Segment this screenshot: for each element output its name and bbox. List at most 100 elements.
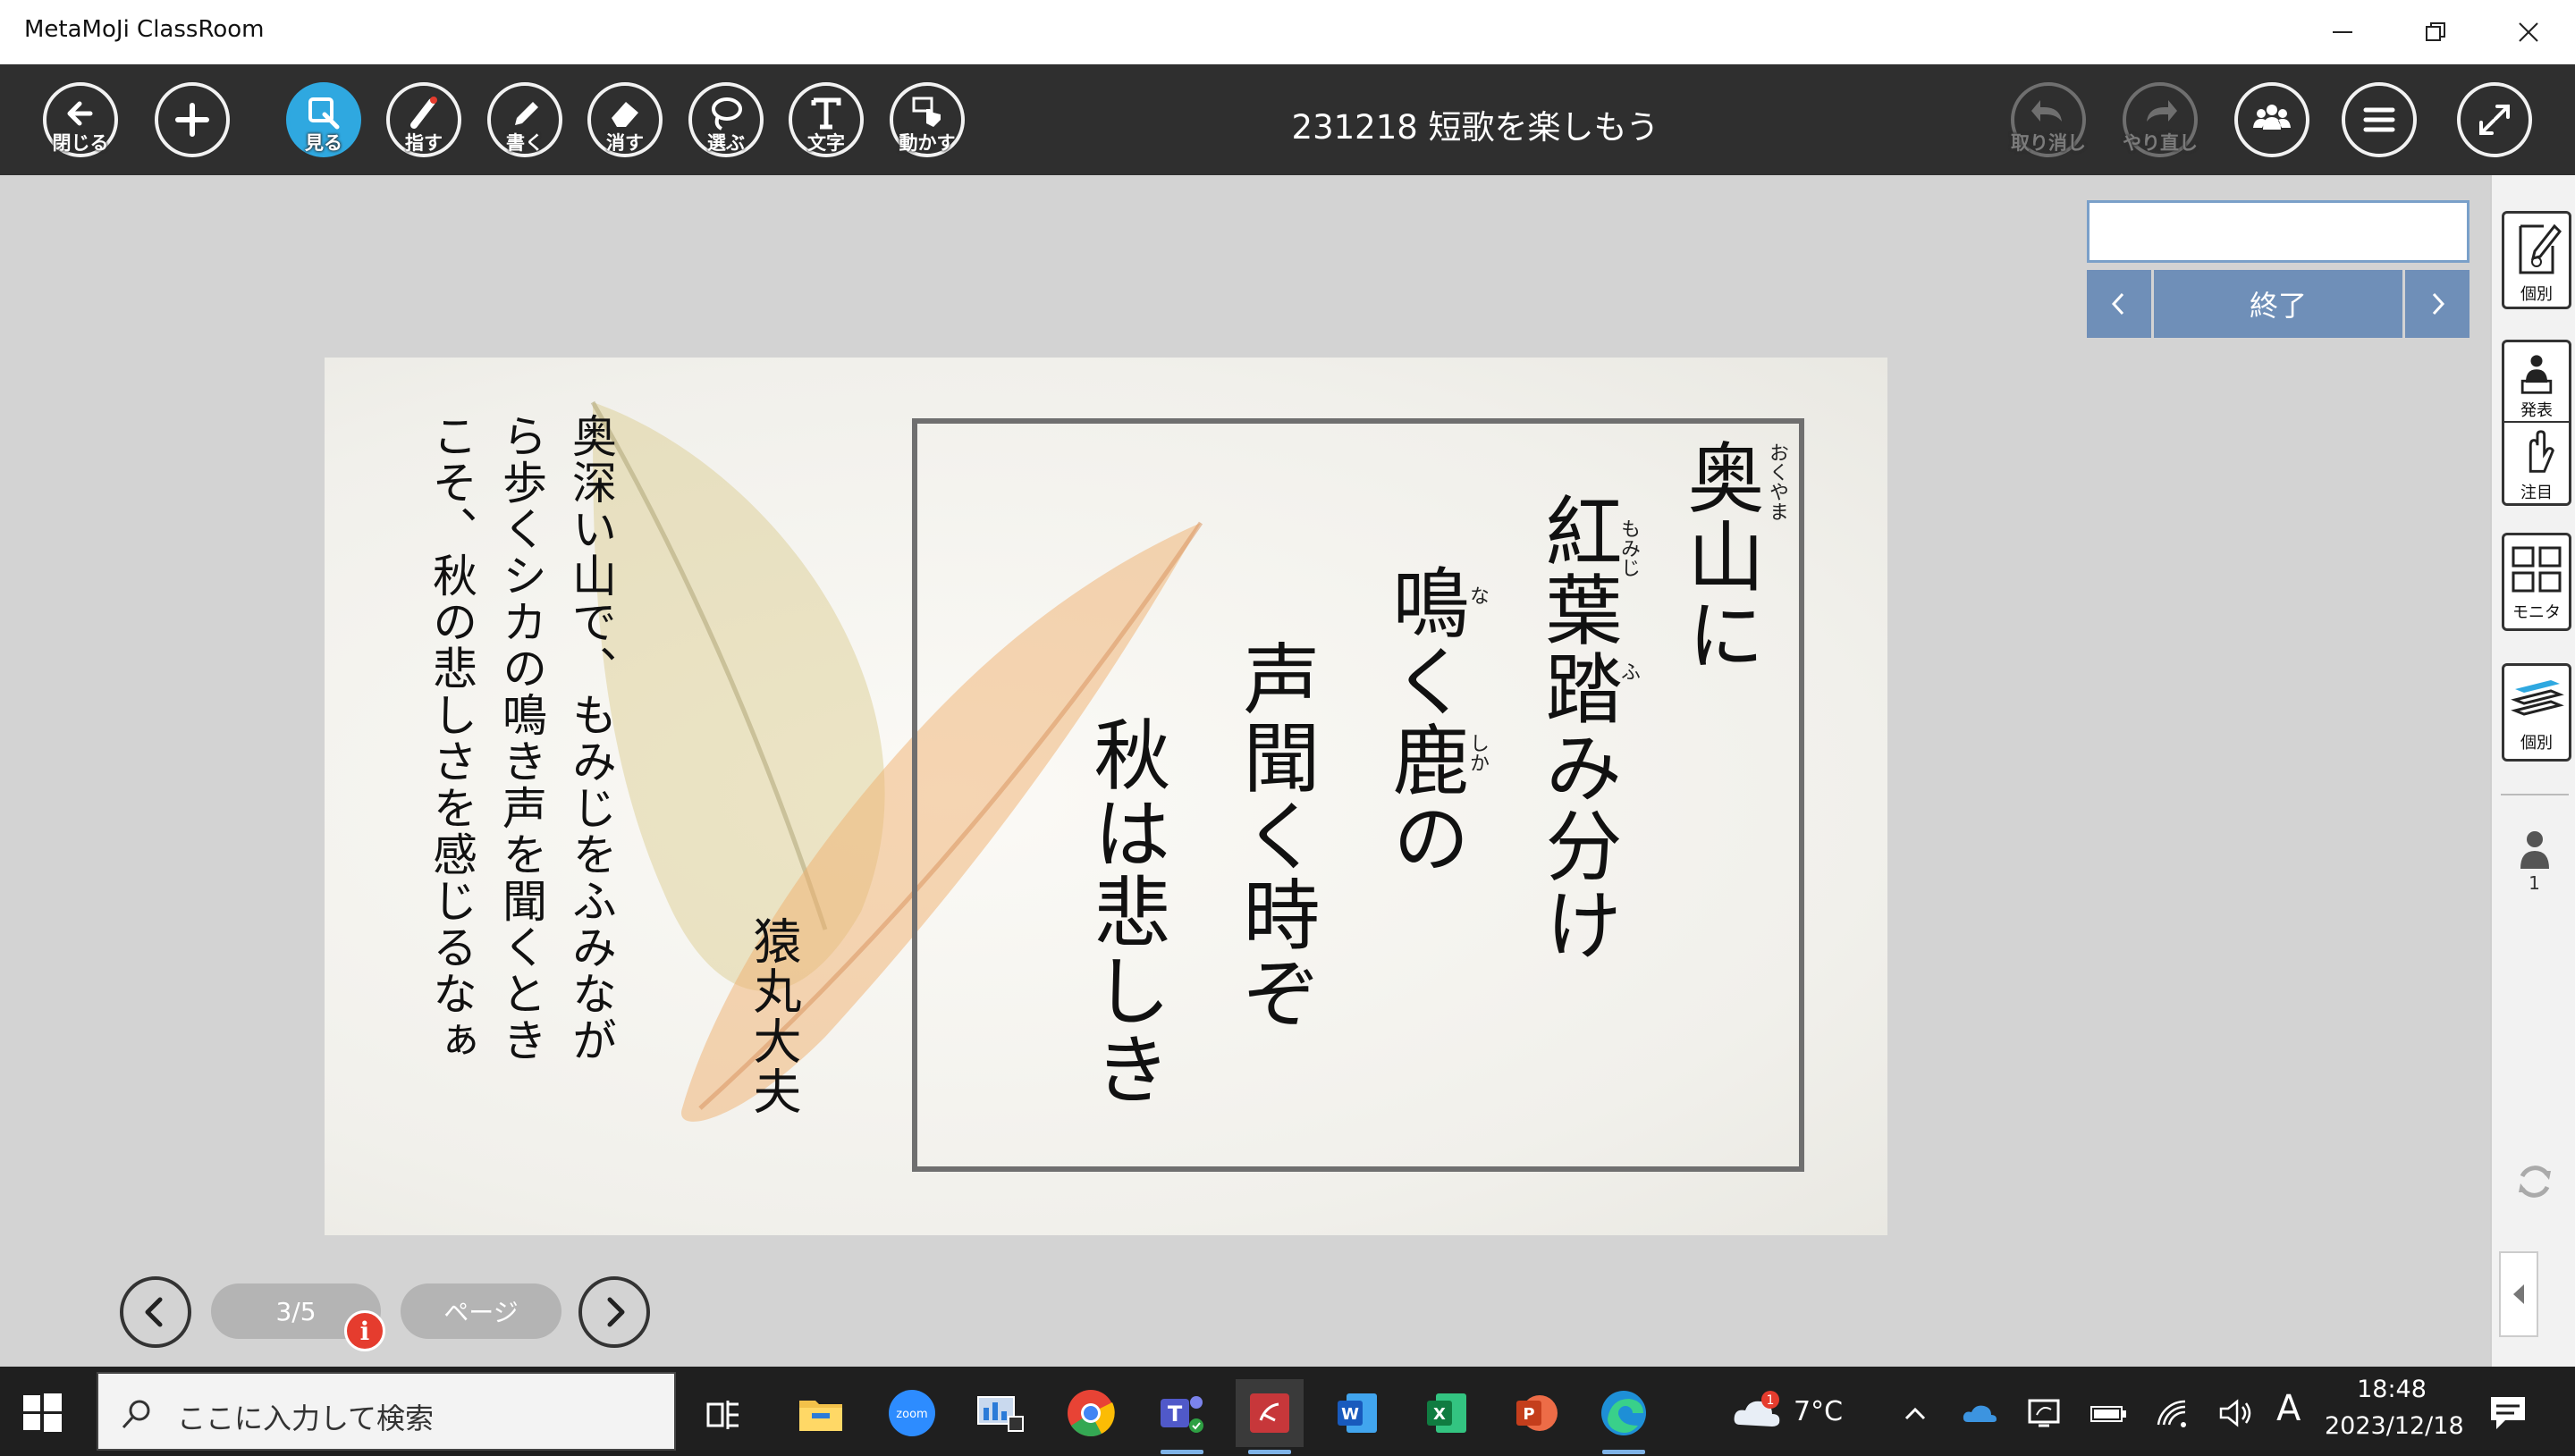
session-next-button[interactable]	[2405, 270, 2469, 338]
info-badge-icon[interactable]: i	[344, 1310, 385, 1351]
page-menu-button[interactable]: ページ	[401, 1283, 561, 1339]
collapse-sidebar-button[interactable]	[2499, 1251, 2538, 1337]
triangle-left-icon	[2513, 1284, 2524, 1304]
restore-button[interactable]	[2389, 0, 2482, 64]
end-session-button[interactable]: 終了	[2154, 270, 2402, 338]
zoom-button[interactable]: zoom	[878, 1379, 946, 1447]
stacked-pages-icon	[2511, 680, 2564, 716]
write-tool-button[interactable]: 書く	[487, 82, 562, 157]
powerpoint-button[interactable]: P	[1502, 1379, 1570, 1447]
previous-page-button[interactable]	[120, 1276, 191, 1348]
svg-text:P: P	[1523, 1405, 1534, 1424]
users-button[interactable]	[2234, 82, 2309, 157]
hamburger-menu-icon	[2363, 107, 2395, 132]
page-indicator-text: 3/5	[275, 1296, 317, 1326]
add-page-button[interactable]	[155, 82, 230, 157]
show-hidden-icons-button[interactable]	[1895, 1393, 1935, 1433]
wifi-tray[interactable]	[2153, 1393, 2192, 1433]
close-button[interactable]: 閉じる	[43, 82, 118, 157]
task-view-button[interactable]	[690, 1379, 758, 1447]
end-session-label: 終了	[2249, 289, 2307, 323]
taskbar-clock[interactable]: 18:48 2023/12/18	[2325, 1376, 2464, 1440]
select-tool-button[interactable]: 選ぶ	[688, 82, 764, 157]
edge-button[interactable]	[1590, 1379, 1658, 1454]
chevron-left-icon	[2111, 292, 2124, 316]
device-icon	[2028, 1399, 2060, 1427]
battery-tray[interactable]	[2089, 1393, 2128, 1433]
poem-line-3: 鳴く鹿の	[1379, 563, 1468, 878]
menu-button[interactable]	[2342, 82, 2417, 157]
undo-button[interactable]: 取り消し	[2011, 82, 2086, 157]
fullscreen-button[interactable]	[2457, 82, 2532, 157]
svg-text:1: 1	[1767, 1393, 1775, 1408]
individual-mode-button[interactable]: 個別	[2502, 211, 2571, 309]
notification-icon[interactable]	[2486, 1390, 2530, 1435]
file-explorer-icon	[799, 1401, 842, 1431]
edge-icon	[1601, 1391, 1646, 1435]
battery-icon	[2090, 1406, 2126, 1422]
view-tool-button[interactable]: 見る	[286, 82, 361, 157]
point-label: 指す	[405, 132, 443, 154]
onedrive-tray[interactable]	[1960, 1393, 1999, 1433]
svg-text:X: X	[1433, 1405, 1446, 1424]
poem-line-5: 秋は悲しき	[1080, 715, 1169, 1108]
session-input-field[interactable]	[2087, 200, 2469, 263]
poem-card[interactable]: 奥山に 紅葉踏み分け 鳴く鹿の 声聞く時ぞ 秋は悲しき おくやま もみじ ふ な…	[325, 358, 1887, 1235]
teams-button[interactable]: T	[1148, 1379, 1216, 1454]
translation-line-1: 奥深い山で、もみじをふみなが	[565, 413, 617, 1064]
present-button[interactable]: 発表	[2504, 342, 2569, 423]
text-tool-button[interactable]: 文字	[789, 82, 864, 157]
main-toolbar: 閉じる 見る 指す 書く 消す 選ぶ 文字 動かす 231218 短歌を楽しもう…	[0, 64, 2575, 175]
metamoji-button[interactable]	[1236, 1379, 1304, 1454]
excel-icon: X	[1427, 1393, 1466, 1433]
next-page-button[interactable]	[578, 1276, 650, 1348]
windows-start-icon[interactable]	[20, 1390, 64, 1435]
excel-button[interactable]: X	[1413, 1379, 1481, 1447]
powerpoint-icon: P	[1516, 1395, 1558, 1431]
attention-button[interactable]: 注目	[2504, 423, 2569, 503]
teams-icon: T	[1161, 1396, 1203, 1433]
redo-button[interactable]: やり直し	[2123, 82, 2198, 157]
poem-line-4: 声聞く時ぞ	[1229, 639, 1319, 1032]
word-button[interactable]: W	[1323, 1379, 1391, 1447]
weather-widget[interactable]: 1 7°C	[1731, 1384, 1843, 1438]
taskbar-search-box[interactable]: ここに入力して検索	[97, 1372, 676, 1451]
expand-icon	[2479, 105, 2510, 135]
speaker-icon	[2219, 1399, 2251, 1427]
write-label: 書く	[506, 132, 544, 154]
session-prev-button[interactable]	[2087, 270, 2151, 338]
sidebar-divider	[2501, 794, 2569, 795]
monitor-app-button[interactable]	[966, 1379, 1034, 1447]
sync-icon	[2519, 1166, 2551, 1198]
device-tray[interactable]	[2024, 1393, 2064, 1433]
window-titlebar: MetaMoJi ClassRoom	[0, 0, 2575, 64]
attention-label: 注目	[2520, 484, 2553, 502]
close-label: 閉じる	[52, 132, 109, 154]
volume-tray[interactable]	[2216, 1393, 2255, 1433]
minimize-button[interactable]	[2296, 0, 2389, 64]
point-tool-button[interactable]: 指す	[386, 82, 461, 157]
document-title: 231218 短歌を楽しもう	[1291, 108, 1659, 147]
participant-count: 1	[2492, 828, 2575, 894]
sync-button[interactable]	[2512, 1158, 2558, 1205]
move-label: 動かす	[899, 132, 956, 154]
ruby-momiji: もみじ	[1617, 518, 1640, 577]
wifi-icon	[2157, 1400, 2186, 1427]
ruby-okuyama: おくやま	[1766, 442, 1788, 521]
erase-tool-button[interactable]: 消す	[587, 82, 663, 157]
chevron-up-icon	[1904, 1407, 1926, 1420]
individual2-label: 個別	[2520, 734, 2553, 753]
zoom-icon: zoom	[889, 1390, 935, 1436]
file-explorer-button[interactable]	[787, 1379, 855, 1447]
ime-indicator[interactable]: A	[2276, 1388, 2301, 1429]
move-tool-button[interactable]: 動かす	[890, 82, 965, 157]
person-icon	[2520, 831, 2549, 869]
onedrive-icon	[1963, 1405, 1997, 1422]
chrome-button[interactable]	[1057, 1379, 1125, 1447]
clock-date: 2023/12/18	[2325, 1412, 2464, 1440]
hand-raise-icon	[2529, 430, 2554, 473]
monitor-button[interactable]: モニタ	[2502, 533, 2571, 631]
chrome-icon	[1068, 1390, 1115, 1436]
individual-pages-button[interactable]: 個別	[2502, 663, 2571, 762]
close-window-button[interactable]	[2482, 0, 2575, 64]
